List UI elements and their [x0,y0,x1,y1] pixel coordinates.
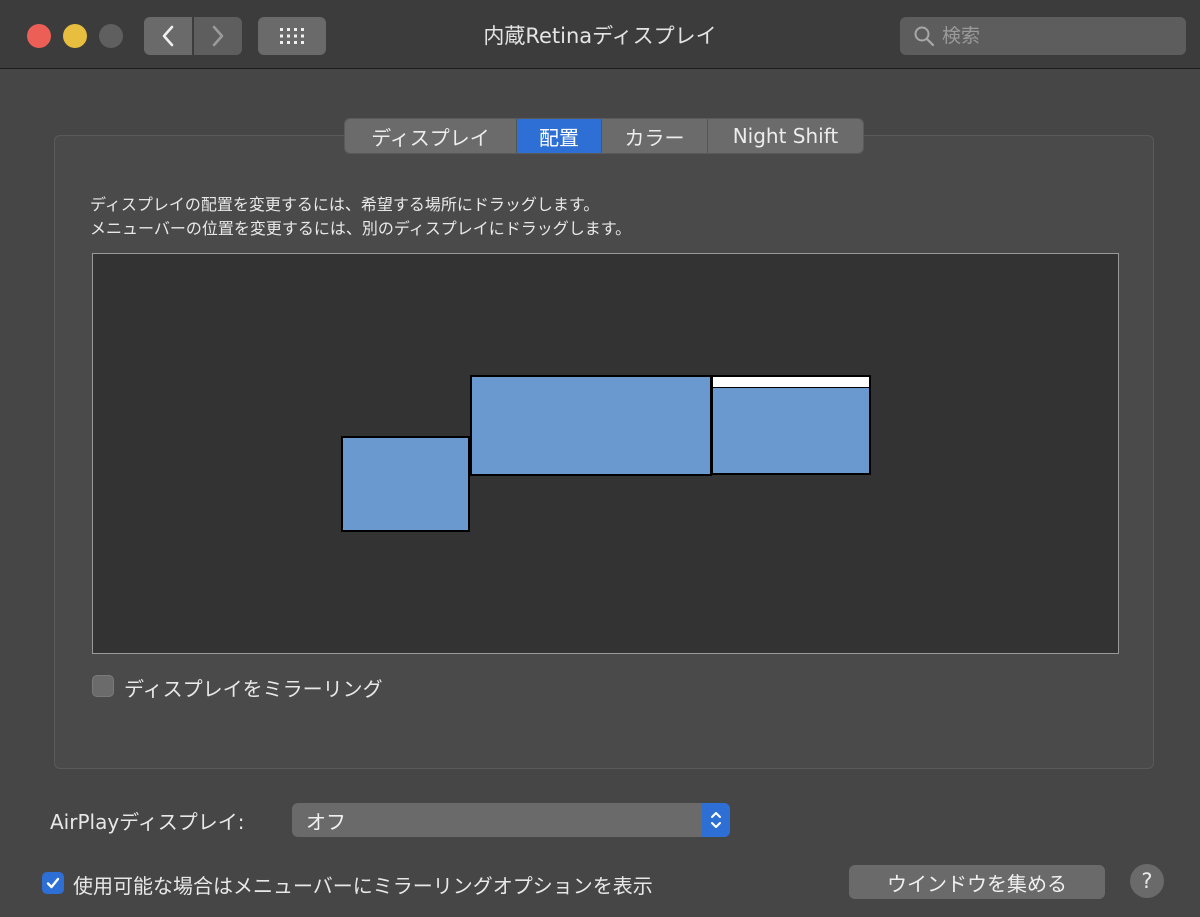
show-mirroring-options-label: 使用可能な場合はメニューバーにミラーリングオプションを表示 [73,874,653,898]
up-down-chevron-icon [702,803,730,837]
show-mirroring-options-checkbox[interactable] [42,872,64,894]
minimize-window-button[interactable] [63,24,87,48]
forward-button[interactable] [194,17,242,55]
search-field[interactable] [900,17,1186,55]
arrangement-instructions: ディスプレイの配置を変更するには、希望する場所にドラッグします。 メニューバーの… [90,193,631,241]
gather-windows-button[interactable]: ウインドウを集める [849,865,1105,899]
tab-color[interactable]: カラー [602,119,708,153]
search-input[interactable] [940,24,1174,48]
tab-bar: ディスプレイ 配置 カラー Night Shift [344,118,864,154]
zoom-window-button[interactable] [99,24,123,48]
back-button[interactable] [144,17,192,55]
tab-night-shift[interactable]: Night Shift [708,119,863,153]
show-all-button[interactable] [258,17,326,55]
tab-arrangement[interactable]: 配置 [517,119,602,153]
help-button[interactable]: ? [1130,864,1164,898]
display-left[interactable] [341,436,470,532]
search-icon [912,24,936,48]
display-right-main[interactable] [711,375,871,475]
display-center[interactable] [470,375,712,476]
title-bar: 内蔵Retinaディスプレイ [0,0,1200,69]
tab-display[interactable]: ディスプレイ [345,119,517,153]
airplay-display-value: オフ [306,809,346,834]
grid-icon [280,28,304,44]
menu-bar-indicator[interactable] [713,377,869,388]
system-preferences-window: 内蔵Retinaディスプレイ ディスプレイ 配置 カラー Night Shift… [0,0,1200,917]
display-arrangement-area[interactable] [92,253,1119,654]
airplay-display-select[interactable]: オフ [292,803,730,837]
mirror-displays-label: ディスプレイをミラーリング [124,677,383,701]
airplay-display-label: AirPlayディスプレイ: [50,810,245,834]
close-window-button[interactable] [27,24,51,48]
chevron-left-icon [162,25,174,47]
instructions-line-1: ディスプレイの配置を変更するには、希望する場所にドラッグします。 [90,195,600,214]
instructions-line-2: メニューバーの位置を変更するには、別のディスプレイにドラッグします。 [90,219,632,238]
mirror-displays-checkbox[interactable] [92,675,114,697]
window-title: 内蔵Retinaディスプレイ [483,24,717,48]
chevron-right-icon [212,25,224,47]
checkmark-icon [46,877,60,889]
